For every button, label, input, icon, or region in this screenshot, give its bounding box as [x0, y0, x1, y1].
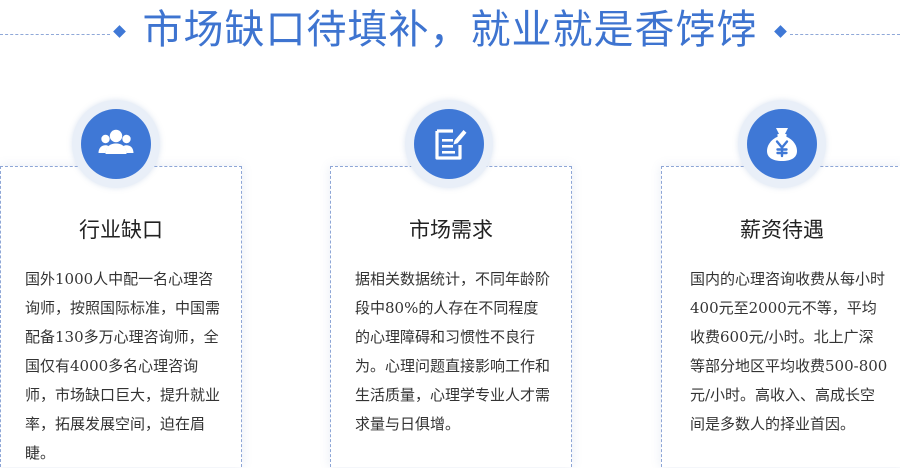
card-text: 国内的心理咨询收费从每小时400元至2000元不等，平均收费600元/小时。北上… [690, 270, 888, 433]
card-badge-salary [738, 100, 826, 188]
card-badge-market-demand [405, 100, 493, 188]
document-edit-icon [414, 109, 484, 179]
page-title: 市场缺口待填补，就业就是香饽饽 [142, 7, 758, 53]
header-divider-right [790, 34, 900, 35]
header-diamond-left-icon [113, 25, 126, 38]
card-title: 薪资待遇 [740, 218, 824, 242]
header-divider-left [0, 34, 110, 35]
card-salary: 薪资待遇 国内的心理咨询收费从每小时400元至2000元不等，平均收费600元/… [661, 166, 900, 467]
money-bag-icon-graphic [767, 128, 797, 161]
people-group-icon-graphic [98, 129, 134, 154]
people-group-icon [81, 109, 151, 179]
money-bag-icon [747, 109, 817, 179]
document-edit-icon-graphic [435, 129, 467, 160]
card-title: 行业缺口 [79, 218, 163, 242]
page-header: 市场缺口待填补，就业就是香饽饽 [0, 0, 900, 58]
card-industry-gap: 行业缺口 国外1000人中配一名心理咨询师，按照国际标准，中国需配备130多万心… [0, 166, 242, 467]
header-diamond-right-icon [774, 25, 787, 38]
card-text: 据相关数据统计，不同年龄阶段中80%的人存在不同程度的心理障碍和习惯性不良行为。… [355, 270, 551, 433]
card-text: 国外1000人中配一名心理咨询师，按照国际标准，中国需配备130多万心理咨询师，… [25, 270, 221, 462]
card-title: 市场需求 [409, 218, 493, 242]
card-badge-industry-gap [72, 100, 160, 188]
card-market-demand: 市场需求 据相关数据统计，不同年龄阶段中80%的人存在不同程度的心理障碍和习惯性… [330, 166, 572, 467]
